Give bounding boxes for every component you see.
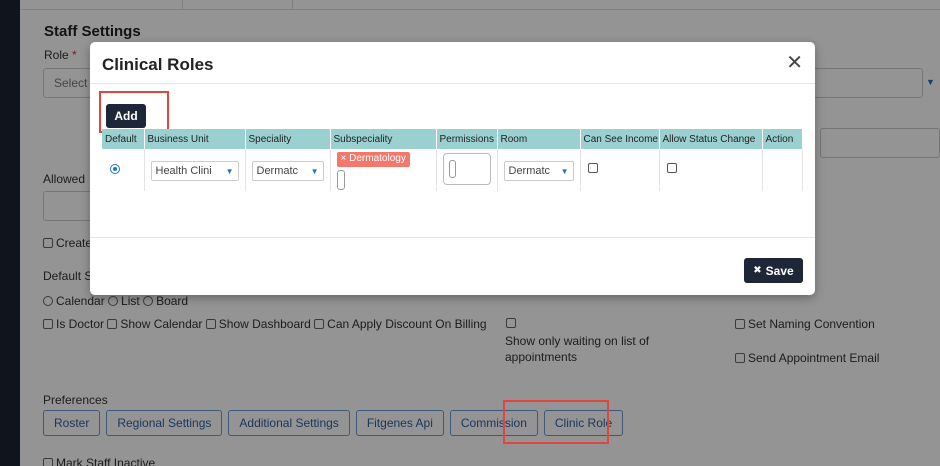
allow-status-change-cell — [659, 149, 763, 191]
table-row: Health Clini ▼ Dermatc ▼ × Dermatology D… — [102, 149, 803, 191]
can-see-income-checkbox[interactable] — [587, 163, 598, 173]
column-header: Allow Status Change — [659, 129, 763, 149]
column-header: Business Unit — [144, 129, 246, 149]
clinical-roles-modal: Clinical Roles ✕ Add Default Business Un… — [90, 42, 815, 295]
column-header: Default — [102, 129, 145, 149]
column-header: Can See Income — [580, 129, 660, 149]
modal-title: Clinical Roles — [102, 55, 214, 74]
room-cell: Dermatc ▼ — [497, 149, 581, 191]
modal-footer-divider — [90, 237, 815, 238]
column-header: Permissions — [436, 129, 498, 149]
permissions-cell — [436, 149, 498, 191]
close-x-icon: ✖ — [753, 265, 762, 276]
allow-status-change-checkbox[interactable] — [666, 163, 677, 173]
chevron-down-icon: ▼ — [560, 167, 569, 176]
business-unit-select[interactable]: Health Clini ▼ — [150, 161, 239, 181]
action-cell — [762, 149, 803, 191]
table-header-row: Default Business Unit Speciality Subspec… — [102, 129, 803, 149]
column-header: Speciality — [245, 129, 331, 149]
business-unit-cell: Health Clini ▼ — [144, 149, 246, 191]
room-select[interactable]: Dermatc ▼ — [503, 161, 574, 181]
can-see-income-cell — [580, 149, 660, 191]
highlight-box-add — [99, 91, 169, 133]
tag-remove-icon[interactable]: × — [341, 153, 347, 164]
column-header: Room — [497, 129, 581, 149]
chevron-down-icon: ▼ — [225, 167, 234, 176]
column-header: Action — [762, 129, 803, 149]
speciality-cell: Dermatc ▼ — [245, 149, 331, 191]
save-button[interactable]: ✖ Save — [744, 258, 803, 283]
default-radio[interactable] — [110, 164, 120, 174]
modal-header-divider — [90, 83, 815, 84]
speciality-select[interactable]: Dermatc ▼ — [251, 161, 324, 181]
highlight-box-clinic-role — [503, 400, 609, 444]
close-icon[interactable]: ✕ — [786, 53, 803, 73]
subspeciality-input[interactable] — [336, 170, 345, 190]
clinical-roles-table: Default Business Unit Speciality Subspec… — [102, 129, 803, 191]
subspeciality-tag[interactable]: × Dermatology — [336, 152, 410, 167]
permissions-input[interactable] — [442, 153, 491, 185]
default-cell — [102, 149, 145, 191]
chevron-down-icon: ▼ — [310, 167, 319, 176]
column-header: Subspeciality — [330, 129, 437, 149]
subspeciality-cell: × Dermatology — [330, 149, 437, 191]
